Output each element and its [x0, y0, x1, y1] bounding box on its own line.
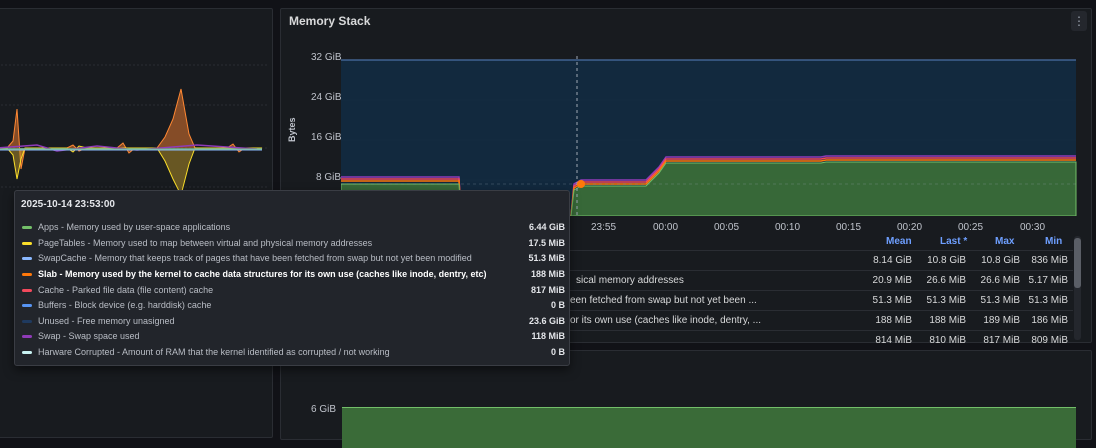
tooltip-series-label: Cache - Parked file data (file content) … [38, 285, 214, 295]
legend-mean: 51.3 MiB [872, 295, 912, 306]
panel-title[interactable]: Memory Stack [289, 14, 370, 28]
y-tick: 16 GiB [311, 132, 342, 143]
legend-header-mean[interactable]: Mean [886, 236, 912, 247]
tooltip-row: Apps - Memory used by user-space applica… [21, 222, 565, 237]
legend-min: 51.3 MiB [1028, 295, 1068, 306]
legend-header-min[interactable]: Min [1045, 236, 1062, 247]
legend-min: 5.17 MiB [1028, 275, 1068, 286]
series-color-swatch [22, 226, 32, 229]
tooltip-series-value: 118 MiB [531, 331, 565, 341]
tooltip-series-value: 0 B [550, 300, 565, 310]
legend-row-name: een fetched from swap but not yet been .… [570, 295, 757, 306]
series-color-swatch [22, 351, 32, 354]
legend-row-name: sical memory addresses [576, 275, 684, 286]
legend-mean: 8.14 GiB [873, 255, 912, 266]
tooltip-series-label: Buffers - Block device (e.g. harddisk) c… [38, 300, 212, 310]
hover-tooltip: 2025-10-14 23:53:00 Apps - Memory used b… [14, 190, 570, 366]
tooltip-row: Cache - Parked file data (file content) … [21, 285, 565, 300]
series-color-swatch [22, 257, 32, 260]
y-tick: 24 GiB [311, 92, 342, 103]
legend-last: 810 MiB [929, 335, 966, 346]
tooltip-row: SwapCache - Memory that keeps track of p… [21, 253, 565, 268]
x-tick: 00:30 [1020, 222, 1046, 233]
series-color-swatch [22, 273, 32, 276]
legend-scrollbar[interactable] [1074, 236, 1081, 340]
tooltip-series-label: PageTables - Memory used to map between … [38, 238, 373, 248]
tooltip-series-label: SwapCache - Memory that keeps track of p… [38, 253, 472, 263]
y-tick: 6 GiB [311, 404, 337, 415]
tooltip-series-label: Apps - Memory used by user-space applica… [38, 222, 231, 232]
tooltip-series-value: 817 MiB [530, 285, 565, 295]
legend-row-name: or its own use (caches like inode, dentr… [570, 315, 762, 326]
tooltip-row-highlighted: Slab - Memory used by the kernel to cach… [21, 269, 565, 284]
x-tick: 00:10 [775, 222, 801, 233]
tooltip-series-value: 51.3 MiB [528, 253, 565, 263]
tooltip-series-value: 0 B [550, 347, 565, 357]
legend-header-last[interactable]: Last * [940, 236, 967, 247]
tooltip-row: Unused - Free memory unasigned 23.6 GiB [21, 316, 565, 331]
tooltip-series-value: 6.44 GiB [528, 222, 565, 232]
legend-mean: 20.9 MiB [872, 275, 912, 286]
legend-min: 809 MiB [1031, 335, 1068, 346]
x-tick: 00:05 [714, 222, 740, 233]
legend-min: 186 MiB [1031, 315, 1068, 326]
hover-point [577, 180, 585, 188]
tooltip-timestamp: 2025-10-14 23:53:00 [21, 199, 115, 210]
series-color-swatch [22, 335, 32, 338]
tooltip-series-value: 188 MiB [530, 269, 565, 279]
tooltip-series-value: 23.6 GiB [528, 316, 565, 326]
tooltip-series-label: Harware Corrupted - Amount of RAM that t… [38, 347, 390, 357]
lower-panel-area [342, 407, 1076, 448]
panel-menu-icon[interactable]: ⋮ [1071, 11, 1087, 31]
tooltip-series-label: Slab - Memory used by the kernel to cach… [38, 269, 487, 279]
x-tick: 00:00 [653, 222, 679, 233]
legend-last: 10.8 GiB [927, 255, 966, 266]
scrollbar-thumb[interactable] [1074, 238, 1081, 288]
y-tick: 32 GiB [311, 52, 342, 63]
legend-mean: 188 MiB [875, 315, 912, 326]
legend-mean: 814 MiB [875, 335, 912, 346]
series-color-swatch [22, 242, 32, 245]
legend-header-max[interactable]: Max [995, 236, 1014, 247]
legend-min: 836 MiB [1031, 255, 1068, 266]
x-tick: 00:25 [958, 222, 984, 233]
y-axis-label: Bytes [287, 117, 297, 142]
tooltip-row: Swap - Swap space used 118 MiB [21, 331, 565, 346]
series-color-swatch [22, 289, 32, 292]
legend-last: 26.6 MiB [926, 275, 966, 286]
tooltip-row: PageTables - Memory used to map between … [21, 238, 565, 253]
tooltip-series-value: 17.5 MiB [528, 238, 565, 248]
x-tick: 00:15 [836, 222, 862, 233]
y-tick: 8 GiB [316, 172, 342, 183]
tooltip-series-label: Unused - Free memory unasigned [38, 316, 175, 326]
tooltip-series-label: Swap - Swap space used [38, 331, 140, 341]
tooltip-row: Buffers - Block device (e.g. harddisk) c… [21, 300, 565, 315]
x-tick: 00:20 [897, 222, 923, 233]
series-color-swatch [22, 304, 32, 307]
x-tick: 23:55 [591, 222, 617, 233]
series-color-swatch [22, 320, 32, 323]
legend-last: 51.3 MiB [926, 295, 966, 306]
legend-last: 188 MiB [929, 315, 966, 326]
tooltip-row: Harware Corrupted - Amount of RAM that t… [21, 347, 565, 362]
